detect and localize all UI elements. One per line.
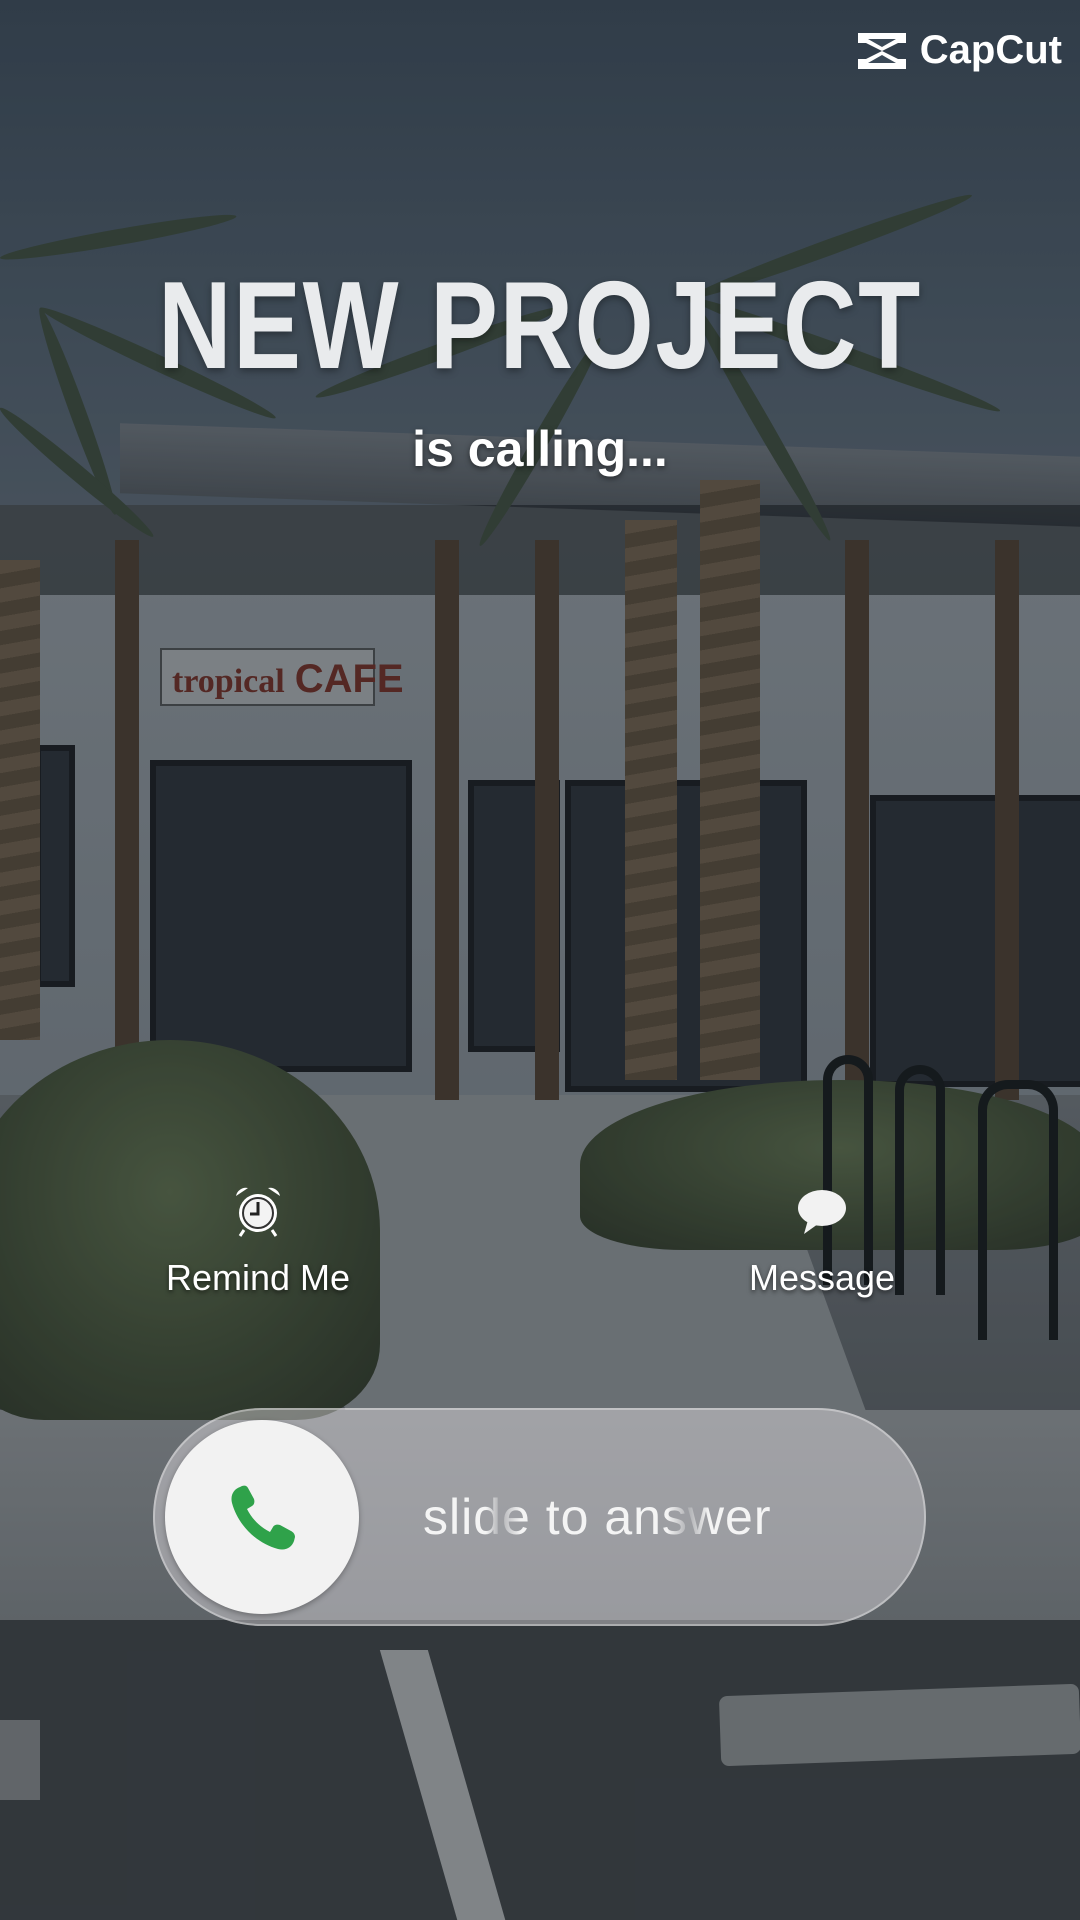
speech-bubble-icon bbox=[798, 1190, 846, 1234]
call-status: is calling... bbox=[412, 421, 668, 477]
alarm-clock-icon bbox=[236, 1187, 280, 1237]
remind-me-label: Remind Me bbox=[165, 1257, 351, 1298]
capcut-logo: CapCut bbox=[854, 28, 1062, 73]
capcut-logo-text: CapCut bbox=[919, 28, 1062, 72]
slide-to-answer-track[interactable]: slide to answer bbox=[153, 1408, 926, 1626]
caller-name: NEW PROJECT bbox=[158, 257, 922, 395]
remind-me-button[interactable]: Remind Me bbox=[128, 1182, 388, 1299]
answer-knob[interactable] bbox=[165, 1420, 359, 1614]
capcut-logo-icon bbox=[857, 32, 906, 69]
phone-icon bbox=[231, 1485, 295, 1550]
message-button[interactable]: Message bbox=[692, 1182, 952, 1299]
message-label: Message bbox=[748, 1257, 896, 1298]
slide-to-answer-label: slide to answer bbox=[423, 1489, 772, 1545]
